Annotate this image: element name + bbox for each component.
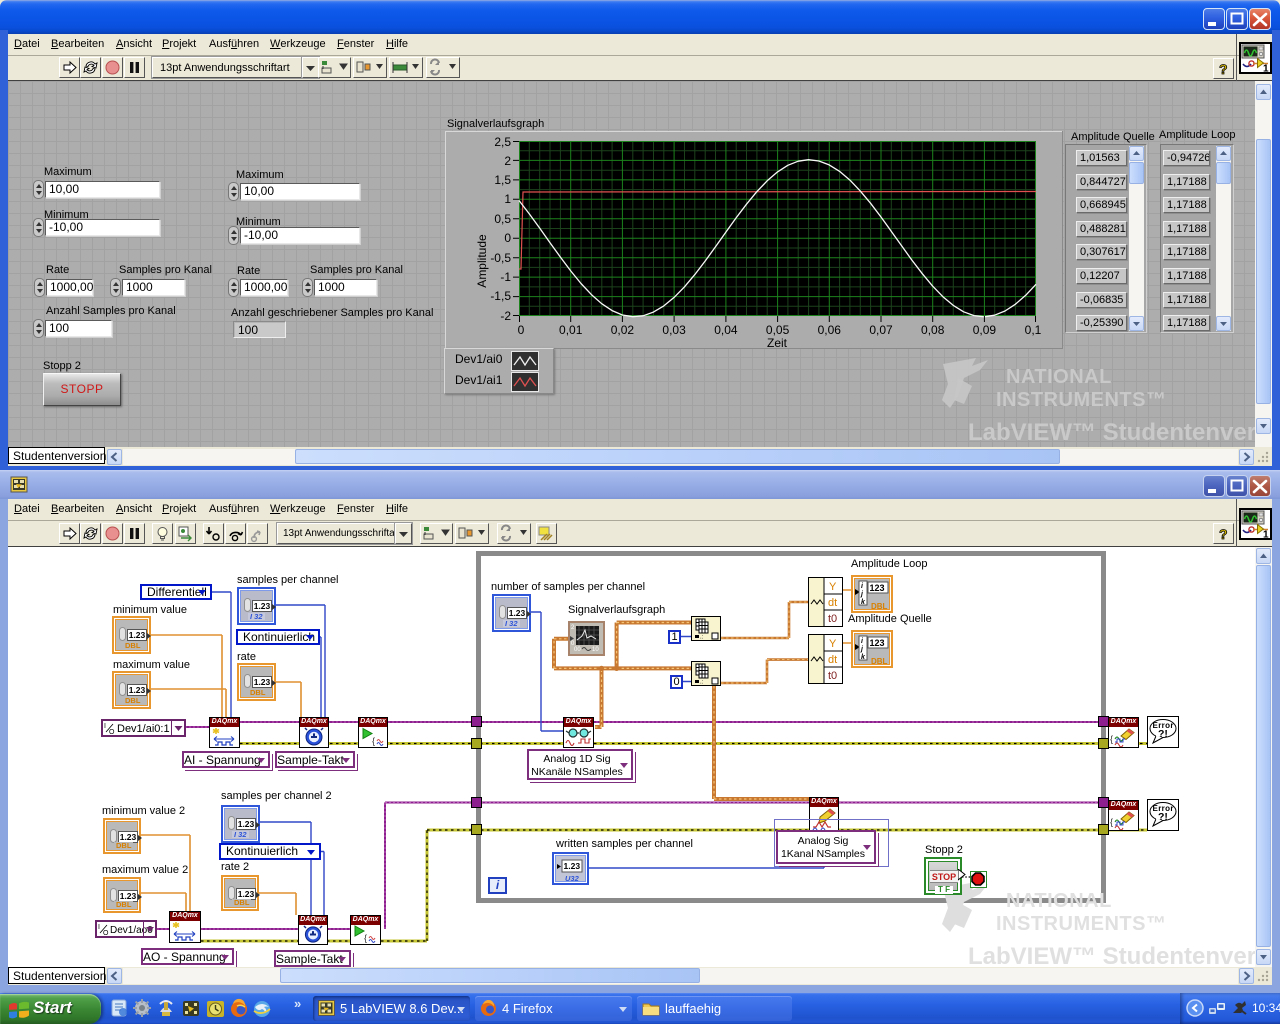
svg-text:LabVIEW™ Studentenversion: LabVIEW™ Studentenversion: [968, 419, 1255, 446]
svg-text:1: 1: [504, 192, 511, 206]
svg-text:dt: dt: [828, 654, 837, 666]
svg-text:0,1: 0,1: [1025, 323, 1042, 337]
svg-text:.:: .:: [700, 635, 704, 641]
svg-text:123: 123: [870, 638, 885, 648]
svg-text:1: 1: [1263, 64, 1269, 73]
svg-text:-1: -1: [500, 270, 511, 284]
svg-text:I: I: [104, 723, 106, 730]
svg-text:-1,5: -1,5: [490, 289, 511, 303]
svg-text:.:: .:: [700, 680, 704, 686]
svg-text:123: 123: [870, 583, 885, 593]
svg-text:0: 0: [518, 323, 525, 337]
svg-text:0,01: 0,01: [559, 323, 583, 337]
svg-text:?: ?: [1219, 61, 1228, 77]
svg-text:Amplitude: Amplitude: [475, 234, 489, 288]
svg-text:t0: t0: [828, 670, 837, 682]
svg-text:O: O: [109, 729, 115, 734]
svg-text:10: 10: [592, 647, 599, 653]
svg-text:0,09: 0,09: [973, 323, 997, 337]
svg-text:-2: -2: [500, 309, 511, 323]
svg-text:1.23: 1.23: [564, 861, 581, 871]
svg-text:?!: ?!: [1158, 811, 1168, 823]
svg-text:0,08: 0,08: [921, 323, 945, 337]
svg-text:0,07: 0,07: [869, 323, 893, 337]
svg-text:?: ?: [1219, 526, 1228, 542]
svg-text:{: {: [372, 736, 375, 746]
svg-text:0: 0: [504, 231, 511, 245]
svg-text:0,02: 0,02: [611, 323, 635, 337]
svg-text:{: {: [364, 933, 367, 943]
svg-text:I: I: [98, 924, 100, 931]
svg-text:Y: Y: [829, 581, 837, 593]
svg-text:Zeit: Zeit: [767, 336, 788, 349]
svg-text:0,5: 0,5: [494, 212, 511, 226]
svg-text:{: {: [1110, 734, 1113, 744]
svg-text:2,5: 2,5: [494, 135, 511, 149]
svg-text:0,05: 0,05: [766, 323, 790, 337]
svg-text:U32: U32: [565, 874, 580, 883]
svg-text:O: O: [103, 930, 109, 935]
svg-text:00: 00: [574, 647, 581, 653]
svg-text:2: 2: [504, 154, 511, 168]
svg-text:0,04: 0,04: [714, 323, 738, 337]
svg-text:DBL: DBL: [871, 602, 888, 611]
svg-text:1,5: 1,5: [494, 173, 511, 187]
svg-text:dt: dt: [828, 597, 837, 609]
svg-text:INSTRUMENTS™: INSTRUMENTS™: [996, 389, 1166, 411]
svg-text:1: 1: [1263, 530, 1269, 539]
svg-text:t0: t0: [828, 613, 837, 625]
svg-text:-0,5: -0,5: [490, 251, 511, 265]
svg-text:NATIONAL: NATIONAL: [1006, 366, 1112, 388]
svg-text:Y: Y: [829, 638, 837, 650]
svg-text:{: {: [1110, 817, 1113, 827]
svg-text:0,06: 0,06: [818, 323, 842, 337]
svg-text:?!: ?!: [1158, 728, 1168, 740]
svg-text:DBL: DBL: [871, 657, 888, 666]
svg-text:0,03: 0,03: [662, 323, 686, 337]
